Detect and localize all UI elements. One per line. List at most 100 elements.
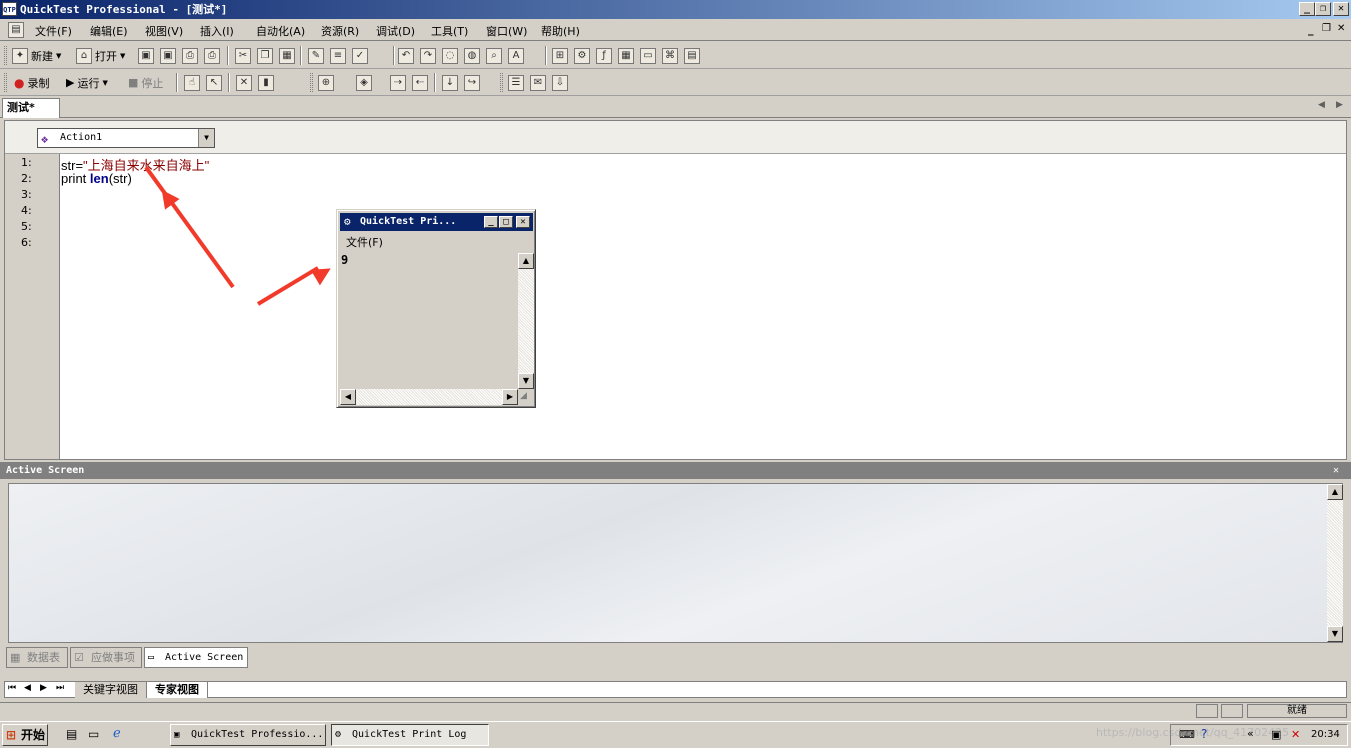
menu-file[interactable]: 文件(F) <box>35 23 72 39</box>
chevron-down-icon[interactable]: ▼ <box>198 129 214 147</box>
action-selector[interactable]: ❖ Action1 ▼ <box>37 128 215 148</box>
scroll-right-icon[interactable]: ▶ <box>502 389 518 405</box>
object-repository-icon[interactable]: ⊞ <box>552 48 568 64</box>
open-button[interactable]: ⌂ 打开 ▼ <box>76 45 125 66</box>
transaction-end-icon[interactable]: ⇠ <box>412 75 428 91</box>
copy-icon[interactable]: ❐ <box>257 48 273 64</box>
print-preview-icon[interactable]: ⎙ <box>182 48 198 64</box>
options-icon[interactable]: ▮ <box>258 75 274 91</box>
mdi-minimize-button[interactable]: _ <box>1308 23 1314 36</box>
active-screen-close-button[interactable]: ✕ <box>1333 462 1339 479</box>
tab-todo[interactable]: ☑ 应做事项 <box>70 647 142 668</box>
object-spy-icon[interactable]: ⚙ <box>574 48 590 64</box>
taskbar-print-log[interactable]: ⚙ QuickTest Print Log <box>331 724 489 746</box>
show-desktop-icon[interactable]: ▭ <box>88 727 99 741</box>
taskbar-quicktest[interactable]: ▣ QuickTest Professio... <box>170 724 326 746</box>
active-screen-scrollbar[interactable]: ▲ ▼ <box>1327 484 1343 642</box>
mdi-restore-button[interactable]: ❐ <box>1322 23 1331 34</box>
data-table-icon[interactable]: ▦ <box>618 48 634 64</box>
toolbar-grip[interactable] <box>4 73 7 92</box>
menu-insert[interactable]: 插入(I) <box>200 23 234 39</box>
redo-icon[interactable]: ↷ <box>420 48 436 64</box>
toolbar-grip[interactable] <box>310 73 313 92</box>
new-button[interactable]: ✦ 新建 ▼ <box>12 45 61 66</box>
tab-scroll-left-icon[interactable]: ◀ <box>1318 100 1325 110</box>
menu-view[interactable]: 视图(V) <box>145 23 183 39</box>
tab-keyword-view[interactable]: 关键字视图 <box>75 682 147 698</box>
code-area[interactable]: str="上海自来水来自海上" print len(str) <box>61 154 1346 459</box>
transaction-start-icon[interactable]: ⇢ <box>390 75 406 91</box>
keyboard-icon[interactable]: ⌨ <box>1179 728 1195 741</box>
export-icon[interactable]: ⇩ <box>552 75 568 91</box>
quick-launch-ie-icon[interactable]: ▤ <box>66 727 77 741</box>
insert-output-icon[interactable]: ◈ <box>356 75 372 91</box>
save-all-icon[interactable]: ▣ <box>160 48 176 64</box>
restore-button[interactable]: ❐ <box>1315 2 1331 16</box>
print-log-menu-file[interactable]: 文件(F) <box>346 234 383 250</box>
first-tab-icon[interactable]: ⏮ <box>8 683 16 693</box>
uncomment-icon[interactable]: ◍ <box>464 48 480 64</box>
menu-edit[interactable]: 编辑(E) <box>90 23 128 39</box>
undo-icon[interactable]: ↶ <box>398 48 414 64</box>
scroll-down-icon[interactable]: ▼ <box>518 373 534 389</box>
cut-icon[interactable]: ✂ <box>235 48 251 64</box>
scroll-down-icon[interactable]: ▼ <box>1327 626 1343 642</box>
print-log-title-bar[interactable]: ⚙ QuickTest Pri... _ □ ✕ <box>340 213 533 231</box>
resources-icon[interactable]: ▤ <box>684 48 700 64</box>
tab-scroll-right-icon[interactable]: ▶ <box>1336 100 1343 110</box>
comment-icon[interactable]: ◌ <box>442 48 458 64</box>
analog-recording-icon[interactable]: ☝ <box>184 75 200 91</box>
run-button[interactable]: ▶ 运行 ▼ <box>66 72 108 93</box>
save-icon[interactable]: ▣ <box>138 48 154 64</box>
document-icon[interactable]: ▤ <box>8 22 24 38</box>
start-button[interactable]: ⊞ 开始 <box>2 724 48 746</box>
scroll-left-icon[interactable]: ◀ <box>340 389 356 405</box>
test-flow-icon[interactable]: ⌘ <box>662 48 678 64</box>
tab-data-table[interactable]: ▦ 数据表 <box>6 647 68 668</box>
print-log-minimize-button[interactable]: _ <box>484 216 498 228</box>
font-icon[interactable]: A <box>508 48 524 64</box>
active-screen-icon[interactable]: ▭ <box>640 48 656 64</box>
print-icon[interactable]: ⎙ <box>204 48 220 64</box>
results-icon[interactable]: ✕ <box>236 75 252 91</box>
print-log-horizontal-scrollbar[interactable]: ◀ ▶ <box>340 389 518 405</box>
minimize-button[interactable]: _ <box>1299 2 1315 16</box>
print-log-maximize-button[interactable]: □ <box>499 216 513 228</box>
tab-test-document[interactable]: 测试* <box>2 98 60 118</box>
close-button[interactable]: ✕ <box>1333 2 1349 16</box>
help-icon[interactable]: ? <box>1201 727 1207 741</box>
print-log-window[interactable]: ⚙ QuickTest Pri... _ □ ✕ 文件(F) 9 ▲ ▼ ◀ ▶… <box>336 209 536 408</box>
mdi-close-button[interactable]: ✕ <box>1337 23 1345 34</box>
low-level-recording-icon[interactable]: ↖ <box>206 75 222 91</box>
menu-window[interactable]: 窗口(W) <box>486 23 527 39</box>
window-title-bar[interactable]: QTP QuickTest Professional - [测试*] _ ❐ ✕ <box>0 0 1351 19</box>
network-icon[interactable]: ▣ <box>1271 728 1281 741</box>
menu-debug[interactable]: 调试(D) <box>376 23 415 39</box>
function-library-icon[interactable]: ƒ <box>596 48 612 64</box>
edit-icon[interactable]: ✎ <box>308 48 324 64</box>
resize-grip-icon[interactable]: ◢ <box>520 391 527 401</box>
step-over-icon[interactable]: ↪ <box>464 75 480 91</box>
view-list-icon[interactable]: ☰ <box>508 75 524 91</box>
record-button[interactable]: ● 录制 <box>14 72 49 93</box>
menu-resources[interactable]: 资源(R) <box>321 23 359 39</box>
expand-tray-icon[interactable]: « <box>1247 727 1254 740</box>
prev-tab-icon[interactable]: ◀ <box>24 683 31 693</box>
print-log-close-button[interactable]: ✕ <box>516 216 530 228</box>
print-log-output-area[interactable]: 9 ▲ ▼ ◀ ▶ ◢ <box>340 253 534 406</box>
stop-button[interactable]: ■ 停止 <box>128 72 163 93</box>
print-log-vertical-scrollbar[interactable]: ▲ ▼ <box>518 253 534 389</box>
note-icon[interactable]: ✉ <box>530 75 546 91</box>
scroll-up-icon[interactable]: ▲ <box>1327 484 1343 500</box>
properties-icon[interactable]: ≡ <box>330 48 346 64</box>
active-screen-viewport[interactable]: ▲ ▼ <box>8 483 1343 643</box>
toolbar-grip[interactable] <box>4 46 7 65</box>
toolbar-grip[interactable] <box>500 73 503 92</box>
check-icon[interactable]: ✓ <box>352 48 368 64</box>
find-icon[interactable]: ⌕ <box>486 48 502 64</box>
menu-tools[interactable]: 工具(T) <box>431 23 468 39</box>
insert-checkpoint-icon[interactable]: ⊕ <box>318 75 334 91</box>
paste-icon[interactable]: ▦ <box>279 48 295 64</box>
menu-automation[interactable]: 自动化(A) <box>256 23 305 39</box>
step-into-icon[interactable]: ↓ <box>442 75 458 91</box>
